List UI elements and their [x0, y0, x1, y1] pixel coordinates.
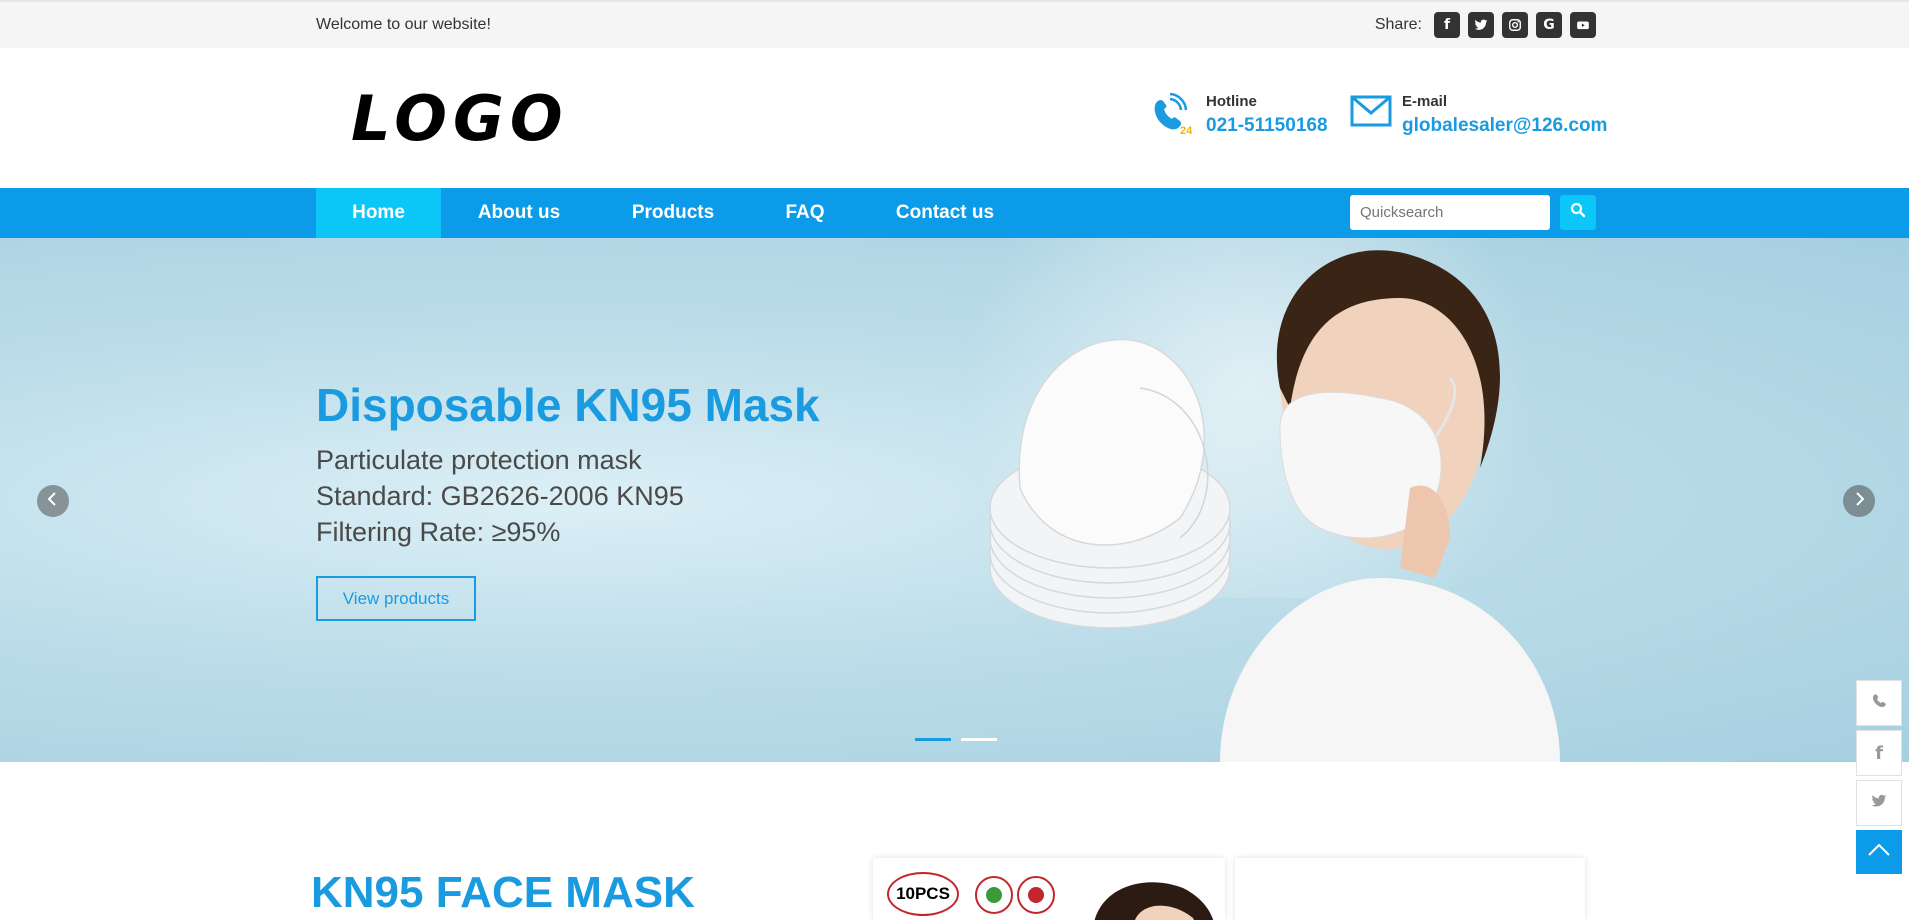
side-twitter-button[interactable] [1856, 780, 1902, 826]
side-toolbar: f [1856, 680, 1902, 878]
view-products-button[interactable]: View products [316, 576, 476, 621]
chevron-up-icon [1867, 843, 1891, 862]
hero-line-1: Particulate protection mask [316, 445, 642, 475]
welcome-text: Welcome to our website! [316, 16, 491, 33]
product-thumbnail [1094, 882, 1214, 920]
hero-title: Disposable KN95 Mask [316, 379, 820, 431]
twitter-icon [1871, 793, 1887, 814]
site-logo[interactable]: LOGO [351, 82, 569, 155]
instagram-icon[interactable] [1502, 12, 1528, 38]
pack-count-badge: 10PCS [887, 872, 959, 916]
cert-badge-icon [975, 876, 1013, 914]
google-icon[interactable]: G [1536, 12, 1562, 38]
svg-text:24: 24 [1180, 125, 1193, 137]
share-label: Share: [1374, 16, 1422, 33]
youtube-icon[interactable] [1570, 12, 1596, 38]
chevron-right-icon [1853, 491, 1865, 511]
twitter-icon[interactable] [1468, 12, 1494, 38]
back-to-top-button[interactable] [1856, 830, 1902, 874]
nav-contact-us[interactable]: Contact us [861, 188, 1029, 238]
hotline-label: Hotline [1206, 93, 1257, 110]
hotline-block: 24 Hotline 021-51150168 [1148, 92, 1328, 142]
email-block: E-mail globalesaler@126.com [1350, 93, 1607, 137]
header: LOGO 24 Hotline 021-51150168 E-mail glob… [0, 48, 1909, 188]
side-facebook-button[interactable]: f [1856, 730, 1902, 776]
slider-next-button[interactable] [1843, 485, 1875, 517]
facebook-icon: f [1875, 742, 1883, 764]
search-button[interactable] [1560, 195, 1596, 230]
share-bar: Share: f G [1375, 12, 1596, 38]
nav-about-us[interactable]: About us [441, 188, 597, 238]
phone-icon [1871, 693, 1887, 714]
main-nav: Home About us Products FAQ Contact us [0, 188, 1909, 238]
search-icon [1570, 202, 1586, 223]
slider-dots [915, 738, 997, 741]
top-bar: Welcome to our website! Share: f G [0, 0, 1909, 48]
product-card[interactable]: 10PCS [873, 858, 1225, 920]
phone-24h-icon: 24 [1148, 92, 1196, 142]
hotline-number[interactable]: 021-51150168 [1206, 115, 1328, 137]
side-phone-button[interactable] [1856, 680, 1902, 726]
cert-badge-icon [1017, 876, 1055, 914]
email-address[interactable]: globalesaler@126.com [1402, 115, 1607, 137]
hero-image [989, 250, 1560, 762]
hero-slider: Disposable KN95 Mask Particulate protect… [0, 238, 1909, 762]
product-card[interactable] [1235, 858, 1585, 920]
email-label: E-mail [1402, 93, 1448, 110]
slider-dot-2[interactable] [961, 738, 997, 741]
nav-faq[interactable]: FAQ [749, 188, 861, 238]
chevron-left-icon [47, 491, 59, 511]
hero-line-2: Standard: GB2626-2006 KN95 [316, 481, 684, 511]
nav-home[interactable]: Home [316, 188, 441, 238]
slider-dot-1[interactable] [915, 738, 951, 741]
slider-prev-button[interactable] [37, 485, 69, 517]
facebook-icon[interactable]: f [1434, 12, 1460, 38]
section-title: KN95 FACE MASK [311, 868, 695, 917]
mail-icon [1350, 93, 1392, 134]
hero-line-3: Filtering Rate: ≥95% [316, 517, 561, 547]
search-input[interactable] [1350, 195, 1550, 230]
nav-products[interactable]: Products [597, 188, 749, 238]
